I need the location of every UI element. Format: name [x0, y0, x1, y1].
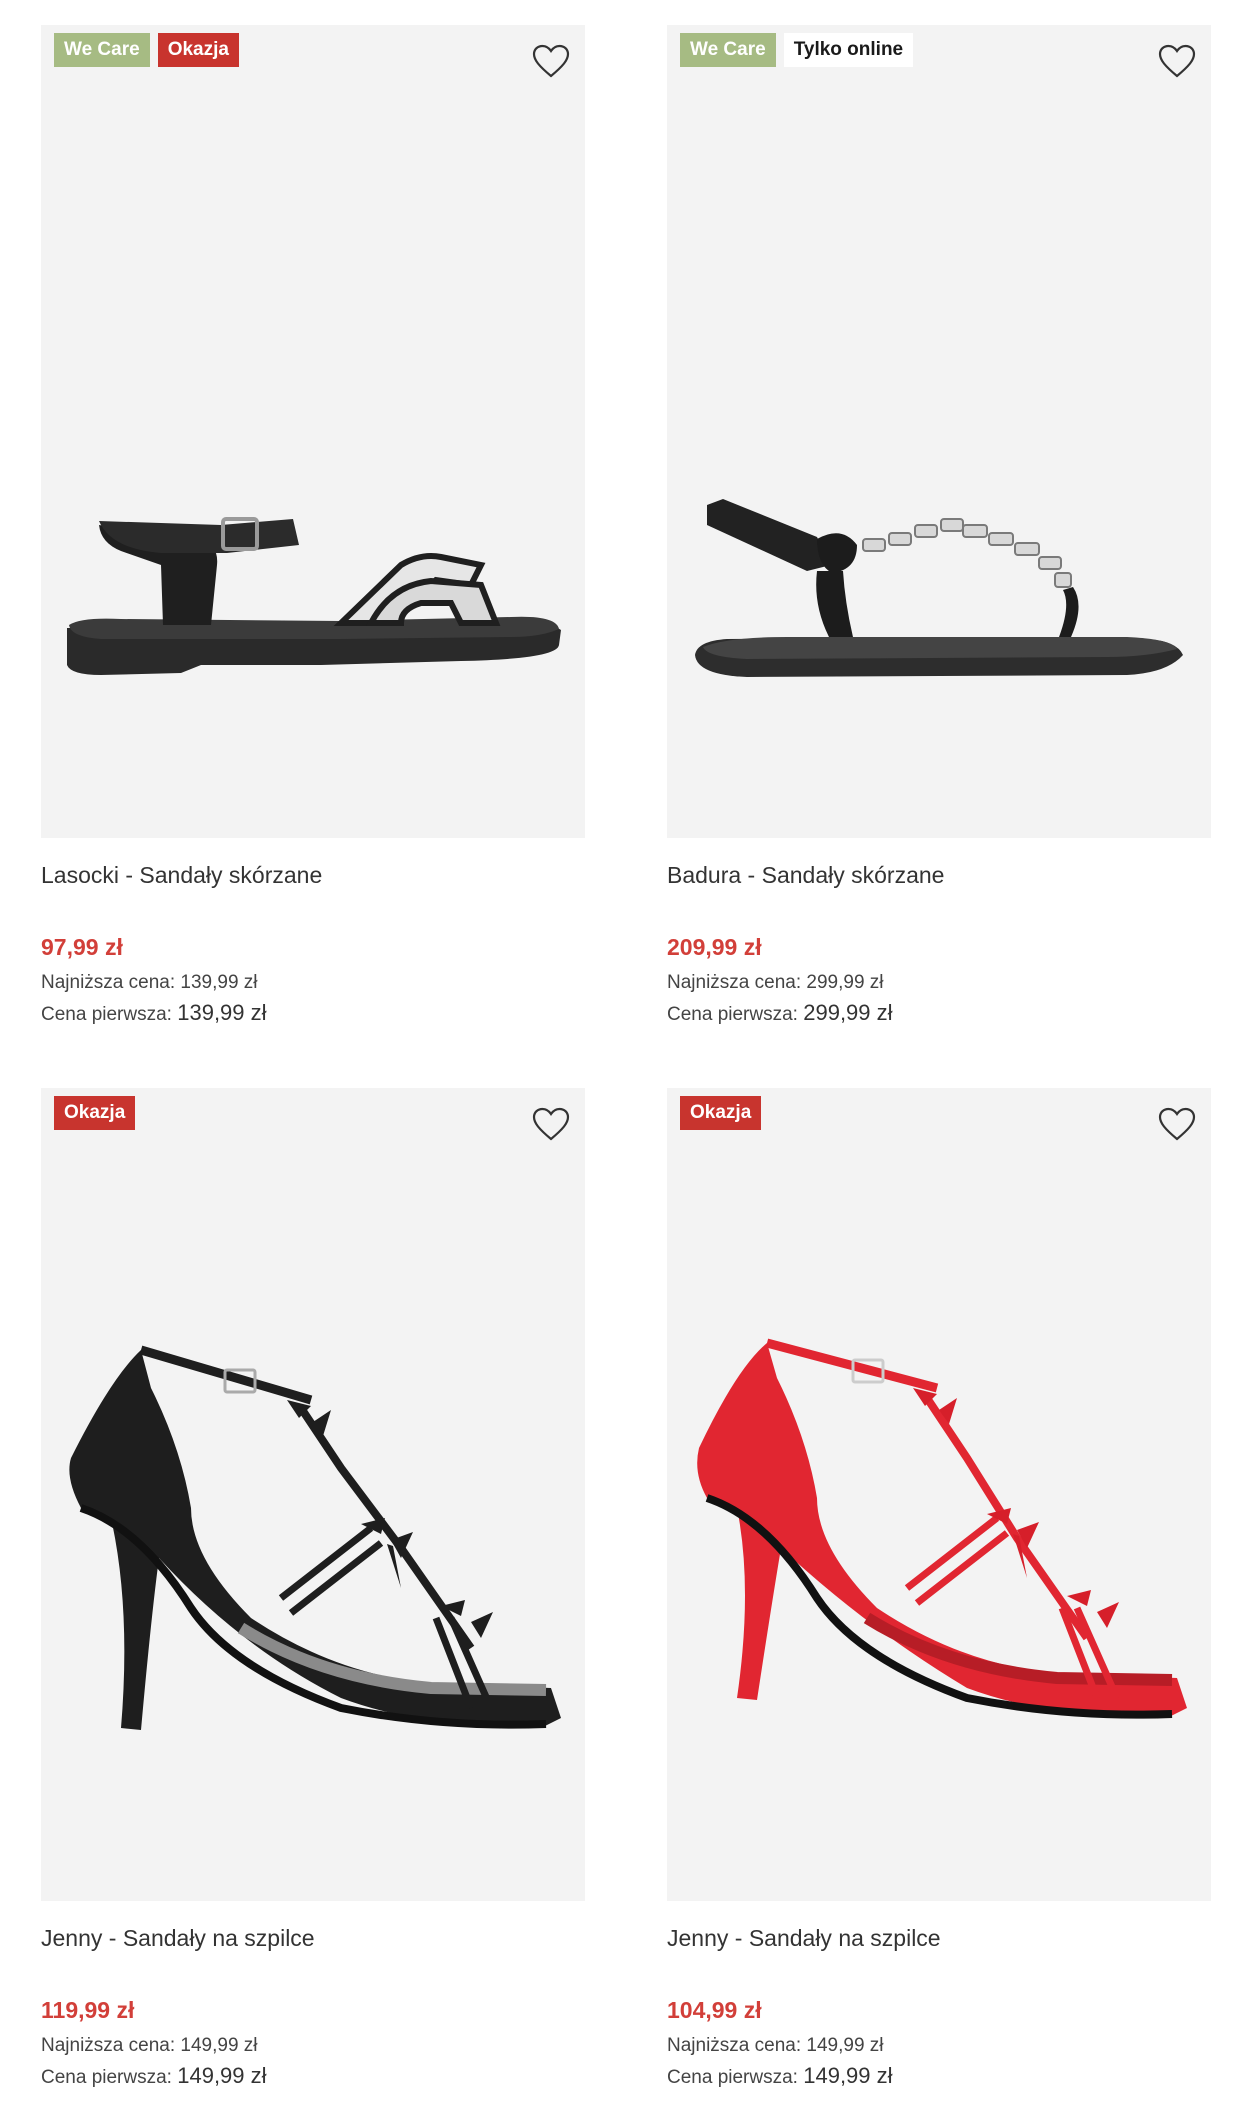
- lowest-price-label: Najniższa cena:: [41, 2035, 176, 2056]
- lowest-price-row: Najniższa cena: 299,99 zł: [667, 968, 1211, 998]
- heart-icon[interactable]: [531, 43, 571, 79]
- lowest-price-label: Najniższa cena:: [667, 2035, 802, 2056]
- product-card[interactable]: We Care Okazja Lasocki - Sandały skórzan…: [41, 25, 585, 1030]
- lowest-price-label: Najniższa cena:: [667, 972, 802, 993]
- heart-icon[interactable]: [531, 1106, 571, 1142]
- first-price-value: 149,99 zł: [803, 2063, 893, 2088]
- price-history: Najniższa cena: 299,99 zł Cena pierwsza:…: [667, 968, 1211, 1030]
- badge-we-care: We Care: [54, 33, 150, 67]
- heart-icon[interactable]: [1157, 1106, 1197, 1142]
- badge-group: Okazja: [680, 1096, 762, 1130]
- first-price-label: Cena pierwsza:: [667, 2067, 798, 2088]
- lowest-price-value: 149,99 zł: [806, 2035, 884, 2056]
- badge-group: We Care Okazja: [54, 33, 239, 67]
- first-price-row: Cena pierwsza: 149,99 zł: [667, 2061, 1211, 2093]
- lowest-price-label: Najniższa cena:: [41, 972, 176, 993]
- lowest-price-row: Najniższa cena: 149,99 zł: [41, 2031, 585, 2061]
- product-price: 209,99 zł: [667, 934, 762, 960]
- first-price-label: Cena pierwsza:: [667, 1004, 798, 1025]
- badge-okazja: Okazja: [157, 33, 239, 67]
- product-card[interactable]: Okazja Jenny - Sandały na szpilce 119,99…: [41, 1088, 585, 2093]
- badge-okazja: Okazja: [54, 1096, 136, 1130]
- product-image-tile[interactable]: We Care Tylko online: [667, 25, 1211, 838]
- price-history: Najniższa cena: 149,99 zł Cena pierwsza:…: [41, 2031, 585, 2093]
- lowest-price-value: 149,99 zł: [180, 2035, 258, 2056]
- product-price: 119,99 zł: [41, 1997, 135, 2023]
- lowest-price-value: 139,99 zł: [180, 972, 258, 993]
- first-price-row: Cena pierwsza: 139,99 zł: [41, 998, 585, 1030]
- product-image-tile[interactable]: Okazja: [667, 1088, 1211, 1901]
- badge-okazja: Okazja: [680, 1096, 762, 1130]
- badge-we-care: We Care: [680, 33, 776, 67]
- first-price-row: Cena pierwsza: 149,99 zł: [41, 2061, 585, 2093]
- product-price: 104,99 zł: [667, 1997, 762, 2023]
- product-card[interactable]: Okazja Jenny - Sandały na szpilce 104,99…: [667, 1088, 1211, 2093]
- first-price-value: 149,99 zł: [177, 2063, 267, 2088]
- lowest-price-value: 299,99 zł: [806, 972, 884, 993]
- product-name[interactable]: Badura - Sandały skórzane: [667, 860, 1211, 890]
- product-image[interactable]: [41, 25, 585, 838]
- heart-icon[interactable]: [1157, 43, 1197, 79]
- product-image-tile[interactable]: We Care Okazja: [41, 25, 585, 838]
- product-image[interactable]: [667, 25, 1211, 838]
- price-history: Najniższa cena: 139,99 zł Cena pierwsza:…: [41, 968, 585, 1030]
- product-grid: We Care Okazja Lasocki - Sandały skórzan…: [0, 0, 1250, 2123]
- lowest-price-row: Najniższa cena: 149,99 zł: [667, 2031, 1211, 2061]
- badge-online-only: Tylko online: [783, 33, 914, 67]
- first-price-label: Cena pierwsza:: [41, 1004, 172, 1025]
- lowest-price-row: Najniższa cena: 139,99 zł: [41, 968, 585, 998]
- product-image-tile[interactable]: Okazja: [41, 1088, 585, 1901]
- price-history: Najniższa cena: 149,99 zł Cena pierwsza:…: [667, 2031, 1211, 2093]
- product-name[interactable]: Lasocki - Sandały skórzane: [41, 860, 585, 890]
- badge-group: We Care Tylko online: [680, 33, 914, 67]
- product-name[interactable]: Jenny - Sandały na szpilce: [667, 1923, 1211, 1953]
- first-price-value: 299,99 zł: [803, 1000, 893, 1025]
- product-image[interactable]: [41, 1088, 585, 1901]
- product-image[interactable]: [667, 1088, 1211, 1901]
- badge-group: Okazja: [54, 1096, 136, 1130]
- first-price-label: Cena pierwsza:: [41, 2067, 172, 2088]
- product-card[interactable]: We Care Tylko online Badura - Sandały sk…: [667, 25, 1211, 1030]
- product-name[interactable]: Jenny - Sandały na szpilce: [41, 1923, 585, 1953]
- product-price: 97,99 zł: [41, 934, 123, 960]
- first-price-row: Cena pierwsza: 299,99 zł: [667, 998, 1211, 1030]
- first-price-value: 139,99 zł: [177, 1000, 267, 1025]
